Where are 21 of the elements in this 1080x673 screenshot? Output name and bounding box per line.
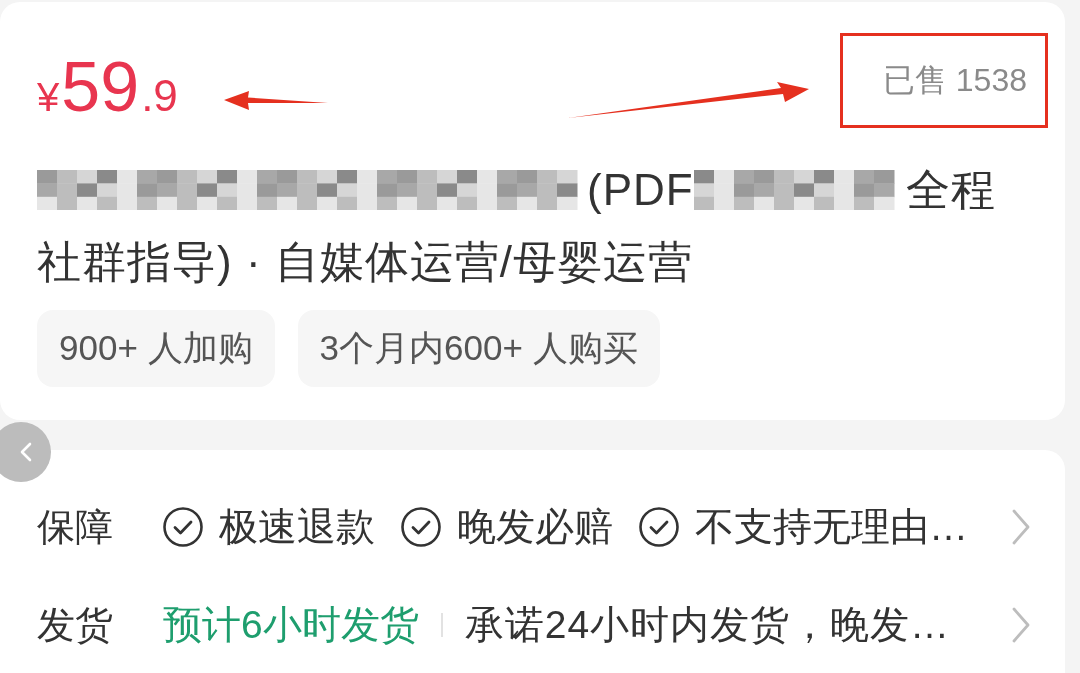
promo-tag: 900+ 人加购 xyxy=(37,310,275,387)
chevron-right-icon[interactable] xyxy=(1012,509,1030,545)
guarantee-text: 极速退款 xyxy=(219,504,375,550)
title-text: (PDF xyxy=(587,164,694,216)
shipping-estimate: 预计6小时发货 xyxy=(163,602,419,648)
price-text: ¥59.9 xyxy=(37,51,178,122)
row-label: 保障 xyxy=(37,504,114,550)
guarantee-text: 不支持无理由… xyxy=(695,504,968,550)
check-circle-icon xyxy=(163,507,203,547)
shipping-promise: 承诺24小时内发货，晚发… xyxy=(464,602,951,648)
title-text: 社群指导) · 自媒体运营/母婴运营 xyxy=(37,236,693,288)
sold-count: 已售 1538 xyxy=(882,60,1027,100)
check-circle-icon xyxy=(401,507,441,547)
row-label: 发货 xyxy=(37,602,114,648)
chevron-right-icon[interactable] xyxy=(1012,607,1030,643)
back-button[interactable] xyxy=(0,422,51,482)
check-circle-icon xyxy=(639,507,679,547)
title-text: 全程 xyxy=(905,164,996,216)
guarantee-text: 晚发必赔 xyxy=(457,504,613,550)
promo-tag: 3个月内600+ 人购买 xyxy=(297,310,660,387)
chevron-left-icon xyxy=(20,442,32,462)
